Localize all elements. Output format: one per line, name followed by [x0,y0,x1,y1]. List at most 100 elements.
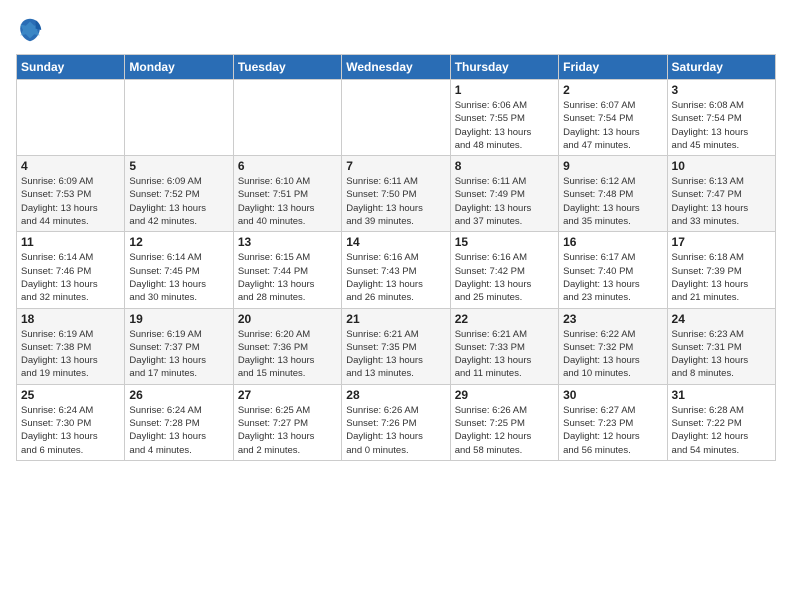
logo-icon [16,16,44,44]
weekday-header-saturday: Saturday [667,55,775,80]
calendar-cell: 7Sunrise: 6:11 AM Sunset: 7:50 PM Daylig… [342,156,450,232]
calendar-cell: 21 Sunrise: 6:21 AM Sunset: 7:35 PM Dayli… [342,308,450,384]
day-info: Sunrise: 6:22 AM Sunset: 7:32 PM Dayligh… [563,328,662,381]
weekday-header-thursday: Thursday [450,55,558,80]
day-info: Sunrise: 6:06 AM Sunset: 7:55 PM Dayligh… [455,99,554,152]
day-info: Sunrise: 6:14 AM Sunset: 7:45 PM Dayligh… [129,251,228,304]
calendar-cell: 31 Sunrise: 6:28 AM Sunset: 7:22 PM Dayli… [667,384,775,460]
day-number: 25 [21,388,120,402]
day-info: Sunrise: 6:15 AM Sunset: 7:44 PM Dayligh… [238,251,337,304]
day-number: 4 [21,159,120,173]
day-number: 18 [21,312,120,326]
day-info: Sunrise: 6:19 AM Sunset: 7:38 PM Dayligh… [21,328,120,381]
logo [16,16,48,44]
page-header [16,16,776,44]
calendar-cell: 9 Sunrise: 6:12 AM Sunset: 7:48 PM Daylig… [559,156,667,232]
day-number: 27 [238,388,337,402]
day-number: 22 [455,312,554,326]
day-info: Sunrise: 6:13 AM Sunset: 7:47 PM Dayligh… [672,175,771,228]
day-info: Sunrise: 6:21 AM Sunset: 7:35 PM Dayligh… [346,328,445,381]
weekday-header-tuesday: Tuesday [233,55,341,80]
day-info: Sunrise: 6:18 AM Sunset: 7:39 PM Dayligh… [672,251,771,304]
calendar-cell [233,80,341,156]
calendar-cell: 28 Sunrise: 6:26 AM Sunset: 7:26 PM Dayli… [342,384,450,460]
calendar-cell: 8 Sunrise: 6:11 AM Sunset: 7:49 PM Daylig… [450,156,558,232]
calendar-table: SundayMondayTuesdayWednesdayThursdayFrid… [16,54,776,461]
day-number: 20 [238,312,337,326]
calendar-week-row: 4 Sunrise: 6:09 AM Sunset: 7:53 PM Daylig… [17,156,776,232]
day-number: 15 [455,235,554,249]
calendar-cell: 17Sunrise: 6:18 AM Sunset: 7:39 PM Dayli… [667,232,775,308]
day-info: Sunrise: 6:25 AM Sunset: 7:27 PM Dayligh… [238,404,337,457]
day-info: Sunrise: 6:26 AM Sunset: 7:26 PM Dayligh… [346,404,445,457]
calendar-cell: 30 Sunrise: 6:27 AM Sunset: 7:23 PM Dayli… [559,384,667,460]
calendar-cell: 23 Sunrise: 6:22 AM Sunset: 7:32 PM Dayli… [559,308,667,384]
calendar-week-row: 11 Sunrise: 6:14 AM Sunset: 7:46 PM Dayli… [17,232,776,308]
day-info: Sunrise: 6:16 AM Sunset: 7:42 PM Dayligh… [455,251,554,304]
day-number: 31 [672,388,771,402]
calendar-week-row: 25 Sunrise: 6:24 AM Sunset: 7:30 PM Dayli… [17,384,776,460]
day-number: 8 [455,159,554,173]
day-info: Sunrise: 6:24 AM Sunset: 7:30 PM Dayligh… [21,404,120,457]
day-info: Sunrise: 6:09 AM Sunset: 7:52 PM Dayligh… [129,175,228,228]
weekday-header-friday: Friday [559,55,667,80]
calendar-cell: 4 Sunrise: 6:09 AM Sunset: 7:53 PM Daylig… [17,156,125,232]
calendar-cell: 24 Sunrise: 6:23 AM Sunset: 7:31 PM Dayli… [667,308,775,384]
day-number: 10 [672,159,771,173]
day-info: Sunrise: 6:09 AM Sunset: 7:53 PM Dayligh… [21,175,120,228]
calendar-cell: 1Sunrise: 6:06 AM Sunset: 7:55 PM Daylig… [450,80,558,156]
calendar-cell [342,80,450,156]
day-number: 9 [563,159,662,173]
day-number: 14 [346,235,445,249]
calendar-cell [125,80,233,156]
calendar-cell: 27 Sunrise: 6:25 AM Sunset: 7:27 PM Dayli… [233,384,341,460]
day-info: Sunrise: 6:27 AM Sunset: 7:23 PM Dayligh… [563,404,662,457]
day-info: Sunrise: 6:12 AM Sunset: 7:48 PM Dayligh… [563,175,662,228]
day-number: 28 [346,388,445,402]
day-info: Sunrise: 6:11 AM Sunset: 7:49 PM Dayligh… [455,175,554,228]
calendar-cell: 11 Sunrise: 6:14 AM Sunset: 7:46 PM Dayli… [17,232,125,308]
day-info: Sunrise: 6:19 AM Sunset: 7:37 PM Dayligh… [129,328,228,381]
day-number: 24 [672,312,771,326]
day-info: Sunrise: 6:17 AM Sunset: 7:40 PM Dayligh… [563,251,662,304]
day-number: 2 [563,83,662,97]
calendar-cell: 26Sunrise: 6:24 AM Sunset: 7:28 PM Dayli… [125,384,233,460]
day-number: 30 [563,388,662,402]
day-number: 19 [129,312,228,326]
calendar-cell: 14 Sunrise: 6:16 AM Sunset: 7:43 PM Dayli… [342,232,450,308]
day-number: 7 [346,159,445,173]
calendar-cell: 20Sunrise: 6:20 AM Sunset: 7:36 PM Dayli… [233,308,341,384]
day-info: Sunrise: 6:08 AM Sunset: 7:54 PM Dayligh… [672,99,771,152]
day-info: Sunrise: 6:10 AM Sunset: 7:51 PM Dayligh… [238,175,337,228]
weekday-header-monday: Monday [125,55,233,80]
weekday-header-wednesday: Wednesday [342,55,450,80]
day-number: 21 [346,312,445,326]
calendar-week-row: 18 Sunrise: 6:19 AM Sunset: 7:38 PM Dayli… [17,308,776,384]
day-number: 13 [238,235,337,249]
calendar-cell: 25 Sunrise: 6:24 AM Sunset: 7:30 PM Dayli… [17,384,125,460]
day-number: 29 [455,388,554,402]
day-number: 6 [238,159,337,173]
day-number: 12 [129,235,228,249]
calendar-cell: 19 Sunrise: 6:19 AM Sunset: 7:37 PM Dayli… [125,308,233,384]
day-info: Sunrise: 6:07 AM Sunset: 7:54 PM Dayligh… [563,99,662,152]
calendar-cell: 2 Sunrise: 6:07 AM Sunset: 7:54 PM Daylig… [559,80,667,156]
calendar-cell: 22 Sunrise: 6:21 AM Sunset: 7:33 PM Dayli… [450,308,558,384]
day-info: Sunrise: 6:26 AM Sunset: 7:25 PM Dayligh… [455,404,554,457]
calendar-cell [17,80,125,156]
day-info: Sunrise: 6:28 AM Sunset: 7:22 PM Dayligh… [672,404,771,457]
day-info: Sunrise: 6:21 AM Sunset: 7:33 PM Dayligh… [455,328,554,381]
day-number: 26 [129,388,228,402]
day-info: Sunrise: 6:14 AM Sunset: 7:46 PM Dayligh… [21,251,120,304]
day-number: 23 [563,312,662,326]
day-number: 11 [21,235,120,249]
day-info: Sunrise: 6:23 AM Sunset: 7:31 PM Dayligh… [672,328,771,381]
calendar-cell: 16 Sunrise: 6:17 AM Sunset: 7:40 PM Dayli… [559,232,667,308]
calendar-week-row: 1Sunrise: 6:06 AM Sunset: 7:55 PM Daylig… [17,80,776,156]
day-number: 5 [129,159,228,173]
day-info: Sunrise: 6:16 AM Sunset: 7:43 PM Dayligh… [346,251,445,304]
day-number: 16 [563,235,662,249]
calendar-cell: 12 Sunrise: 6:14 AM Sunset: 7:45 PM Dayli… [125,232,233,308]
calendar-cell: 18 Sunrise: 6:19 AM Sunset: 7:38 PM Dayli… [17,308,125,384]
day-number: 3 [672,83,771,97]
